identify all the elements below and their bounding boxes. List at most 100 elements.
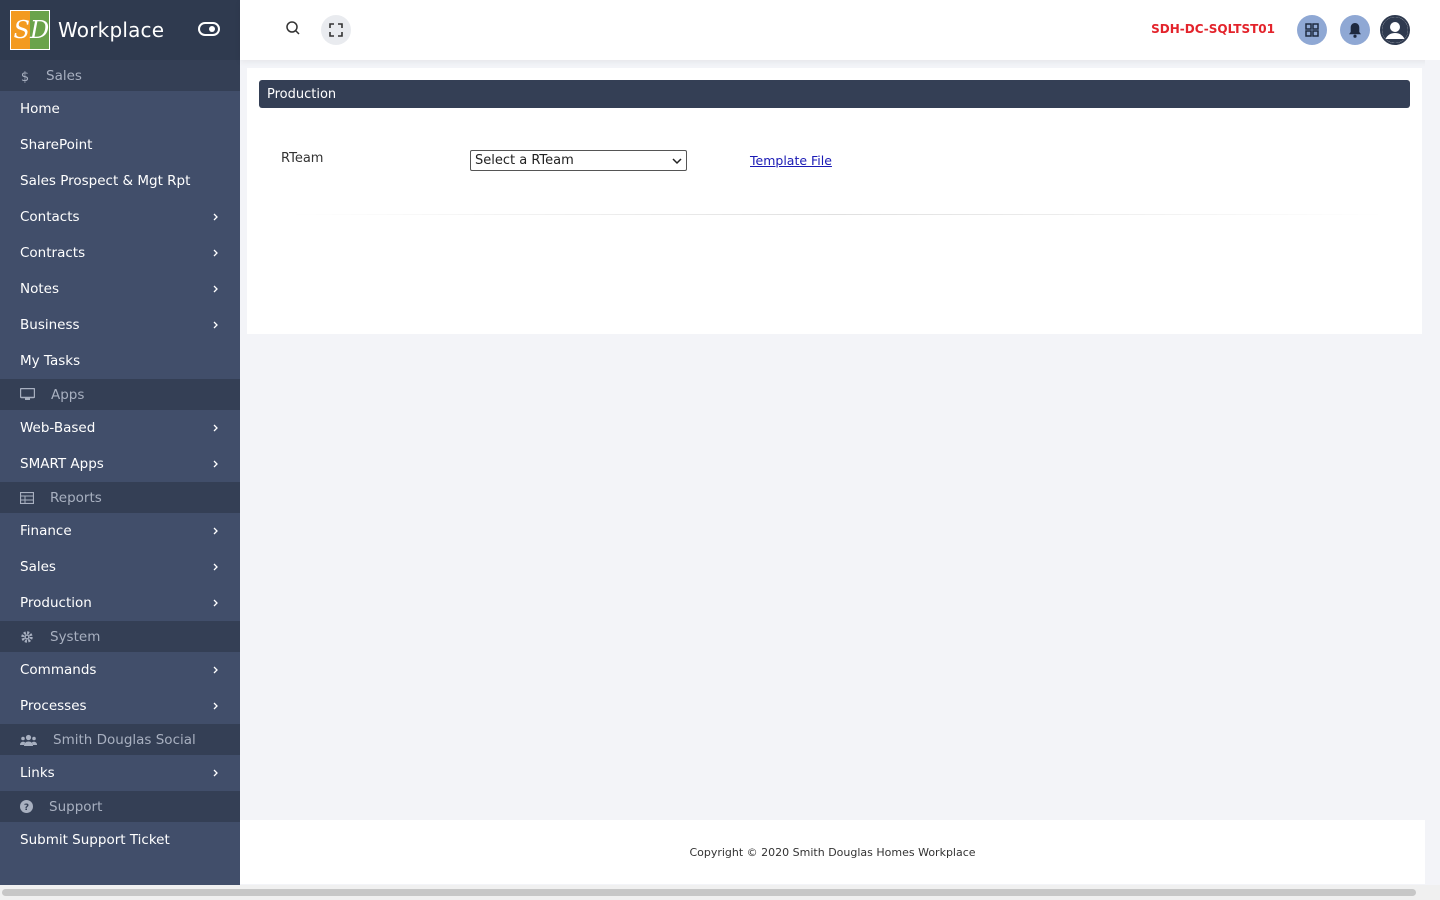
horizontal-scrollbar[interactable] [0, 885, 1440, 900]
chevron-right-icon [212, 702, 220, 710]
grid-icon [1305, 23, 1319, 37]
copyright-text: Copyright © 2020 Smith Douglas Homes Wor… [689, 845, 976, 859]
sidebar-section-label: Support [49, 798, 103, 815]
expand-icon [329, 23, 343, 37]
user-avatar[interactable] [1380, 15, 1410, 45]
sidebar-item-0-2[interactable]: Sales Prospect & Mgt Rpt [0, 163, 240, 199]
sidebar-item-label: Sales [20, 559, 56, 575]
rteam-select-value: Select a RTeam [475, 153, 574, 168]
brand-name: Workplace [58, 18, 165, 42]
sidebar-item-0-6[interactable]: Business [0, 307, 240, 343]
sidebar-item-2-2[interactable]: Production [0, 585, 240, 621]
template-file-link[interactable]: Template File [750, 153, 832, 168]
sidebar-item-label: SMART Apps [20, 456, 104, 472]
sidebar-item-2-0[interactable]: Finance [0, 513, 240, 549]
sidebar-item-5-0[interactable]: Submit Support Ticket [0, 822, 240, 858]
chevron-right-icon [213, 666, 218, 674]
sidebar-item-label: Production [20, 595, 92, 611]
sidebar-item-label: Links [20, 765, 55, 781]
card-header: Production [259, 80, 1410, 108]
sidebar-item-label: Web-Based [20, 420, 96, 436]
sidebar-item-label: Submit Support Ticket [20, 832, 170, 848]
sidebar-section-0: $ Sales [0, 60, 240, 91]
sidebar-section-2: Reports [0, 482, 240, 513]
sidebar-item-1-0[interactable]: Web-Based [0, 410, 240, 446]
svg-text:?: ? [24, 803, 29, 813]
user-icon [1382, 17, 1408, 43]
sidebar-section-label: Apps [51, 386, 85, 403]
horizontal-scrollbar-thumb[interactable] [2, 889, 1416, 896]
logo[interactable]: S D [10, 10, 50, 50]
rteam-select[interactable]: Select a RTeam [470, 150, 687, 171]
chevron-right-icon [212, 769, 220, 777]
users-icon [20, 734, 45, 746]
sidebar-item-1-1[interactable]: SMART Apps [0, 446, 240, 482]
chevron-right-icon [213, 460, 218, 468]
chevron-right-icon [213, 599, 218, 607]
sidebar-item-label: Processes [20, 698, 87, 714]
sidebar-item-0-3[interactable]: Contacts [0, 199, 240, 235]
chevron-right-icon [213, 249, 218, 257]
chevron-right-icon [213, 285, 218, 293]
divider [287, 214, 1387, 215]
chevron-right-icon [212, 424, 220, 432]
chevron-right-icon [212, 285, 220, 293]
footer: Copyright © 2020 Smith Douglas Homes Wor… [240, 820, 1425, 884]
fullscreen-button[interactable] [321, 15, 351, 45]
chevron-down-icon [672, 158, 682, 165]
chevron-right-icon [213, 321, 218, 329]
chevron-right-icon [213, 527, 218, 535]
sidebar-item-0-5[interactable]: Notes [0, 271, 240, 307]
server-name: SDH-DC-SQLTST01 [1151, 22, 1275, 36]
table-icon [20, 491, 42, 504]
brand: S D Workplace [0, 0, 240, 60]
sidebar-item-3-1[interactable]: Processes [0, 688, 240, 724]
sidebar-toggle-icon[interactable] [198, 20, 220, 38]
sidebar-item-label: Notes [20, 281, 59, 297]
production-card: Production RTeam Select a RTeam Template… [247, 68, 1422, 334]
vertical-scrollbar[interactable] [1425, 60, 1440, 885]
notifications-button[interactable] [1340, 15, 1370, 45]
sidebar-item-2-1[interactable]: Sales [0, 549, 240, 585]
sidebar-item-0-1[interactable]: SharePoint [0, 127, 240, 163]
chevron-right-icon [213, 769, 218, 777]
logo-letter-s: S [11, 11, 30, 49]
sidebar-section-4: Smith Douglas Social [0, 724, 240, 755]
search-icon[interactable] [285, 20, 301, 36]
rteam-label: RTeam [281, 151, 324, 166]
sidebar-section-label: System [50, 628, 101, 645]
sidebar-item-label: Home [20, 101, 60, 117]
sidebar-section-label: Sales [46, 67, 82, 84]
sidebar-nav: $ Sales Home SharePoint Sales Prospect & Mgt… [0, 60, 240, 858]
sidebar-section-3: System [0, 621, 240, 652]
apps-button[interactable] [1297, 15, 1327, 45]
gear-icon [20, 630, 42, 644]
sidebar-item-label: Contracts [20, 245, 86, 261]
logo-letter-d: D [30, 11, 49, 49]
chevron-right-icon [212, 527, 220, 535]
chevron-right-icon [212, 599, 220, 607]
chevron-right-icon [213, 702, 218, 710]
sidebar-item-0-7[interactable]: My Tasks [0, 343, 240, 379]
chevron-right-icon [212, 213, 220, 221]
sidebar-item-label: My Tasks [20, 353, 81, 369]
sidebar-item-4-0[interactable]: Links [0, 755, 240, 791]
sidebar-item-label: Finance [20, 523, 72, 539]
chevron-right-icon [212, 563, 220, 571]
sidebar-section-5: ? Support [0, 791, 240, 822]
dollar-icon: $ [20, 69, 38, 83]
chevron-right-icon [212, 666, 220, 674]
sidebar: S D Workplace $ Sales Home SharePoint Sales … [0, 0, 240, 885]
sidebar-item-0-0[interactable]: Home [0, 91, 240, 127]
chevron-right-icon [213, 563, 218, 571]
sidebar-item-0-4[interactable]: Contracts [0, 235, 240, 271]
topbar: SDH-DC-SQLTST01 [240, 0, 1440, 60]
chevron-right-icon [212, 460, 220, 468]
monitor-icon [20, 388, 43, 401]
sidebar-section-label: Reports [50, 489, 102, 506]
sidebar-item-3-0[interactable]: Commands [0, 652, 240, 688]
sidebar-item-label: Commands [20, 662, 97, 678]
sidebar-section-label: Smith Douglas Social [53, 731, 196, 748]
chevron-right-icon [212, 321, 220, 329]
sidebar-item-label: Sales Prospect & Mgt Rpt [20, 173, 191, 189]
